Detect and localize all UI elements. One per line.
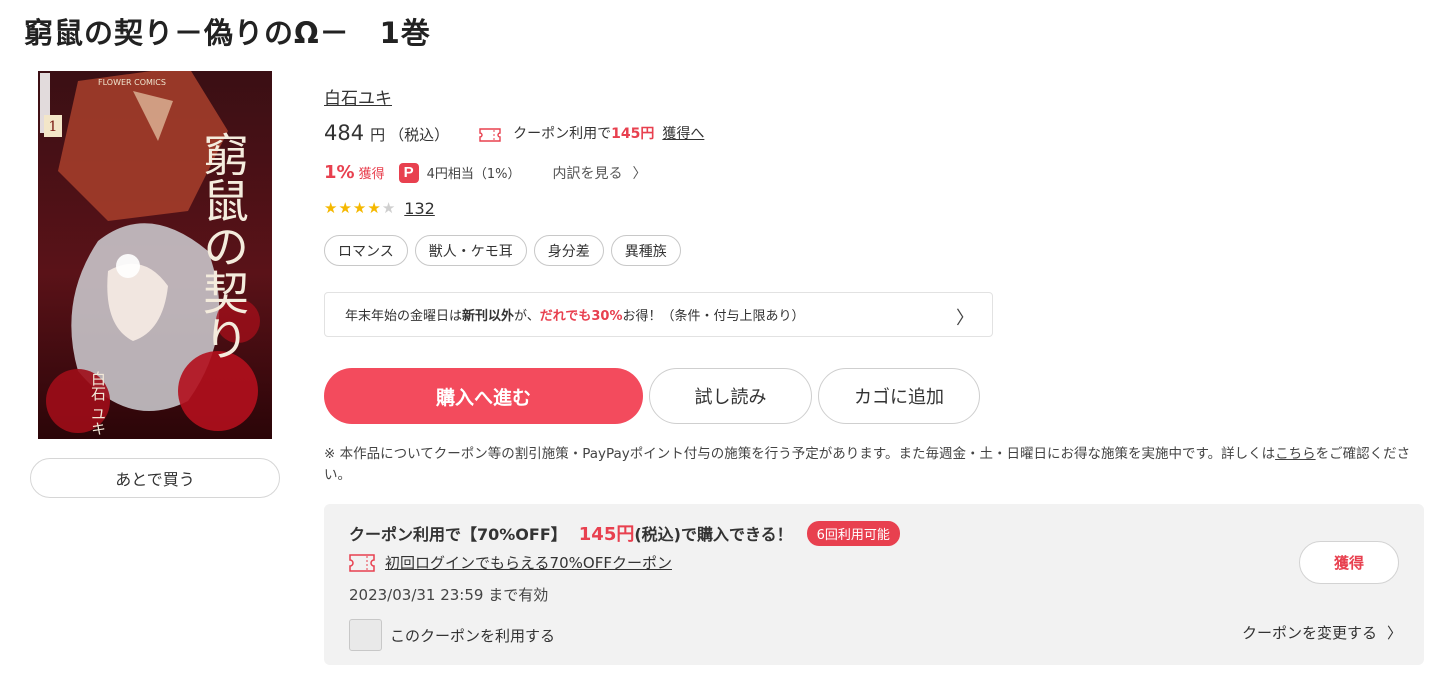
- buy-later-button[interactable]: あとで買う: [30, 458, 280, 498]
- author-link[interactable]: 白石ユキ: [324, 84, 392, 109]
- star-filled-icon: ★: [324, 199, 338, 217]
- review-count-link[interactable]: 132: [404, 199, 435, 218]
- use-coupon-checkbox[interactable]: このクーポンを利用する: [349, 619, 555, 651]
- promo-text-3: が、: [514, 309, 540, 324]
- notice-text: ※ 本作品についてクーポン等の割引施策・PayPayポイント付与の施策を行う予定…: [324, 446, 1276, 462]
- coupon-validity: 2023/03/31 23:59 まで有効: [349, 586, 549, 604]
- star-filled-icon: ★: [338, 199, 352, 217]
- notice-details-link[interactable]: こちら: [1275, 446, 1316, 462]
- cover-author-art: 白石 ユキ: [89, 371, 107, 436]
- coupon-name-link[interactable]: 初回ログインでもらえる70%OFFクーポン: [385, 552, 672, 573]
- tag-romance[interactable]: ロマンス: [324, 235, 408, 266]
- point-equivalent: 4円相当（1%）: [426, 167, 521, 182]
- star-filled-icon: ★: [367, 199, 381, 217]
- cover-title-art: 窮鼠の契り: [196, 131, 250, 361]
- price-unit: 円: [370, 126, 386, 144]
- tag-status-gap[interactable]: 身分差: [533, 235, 604, 266]
- book-cover-image[interactable]: 1 FLOWER COMICS 窮鼠の契り 白石 ユキ: [38, 71, 272, 439]
- cover-publisher-label: FLOWER COMICS: [98, 78, 166, 87]
- rating-row: ★ ★ ★ ★ ★ 132: [324, 199, 435, 218]
- cover-art: 1 FLOWER COMICS 窮鼠の契り 白石 ユキ: [38, 71, 272, 439]
- checkbox-box[interactable]: [349, 619, 382, 651]
- tag-other-species[interactable]: 異種族: [610, 235, 681, 266]
- promo-banner[interactable]: 年末年始の金曜日は 新刊以外 が、 だれでも30% お得！（条件・付与上限あり） 〉: [324, 292, 993, 337]
- chevron-right-icon: 〉: [956, 308, 974, 329]
- coupon-name: 初回ログインでもらえる70%OFFクーポン: [349, 552, 672, 573]
- point-breakdown-link[interactable]: 内訳を見る〉: [552, 163, 646, 183]
- coupon-summary-price: 145円: [611, 126, 655, 142]
- promo-text-4: だれでも30%: [539, 309, 623, 324]
- coupon-usage-badge: 6回利用可能: [806, 520, 900, 546]
- point-get-label: 獲得: [358, 167, 385, 182]
- coupon-summary: クーポン利用で 145円 獲得へ: [479, 123, 704, 143]
- coupon-head-price: 145円: [578, 524, 635, 545]
- page-title: 窮鼠の契り－偽りのΩ－ 1巻: [24, 16, 431, 50]
- point-row: 1% 獲得 P 4円相当（1%） 内訳を見る〉: [324, 162, 646, 183]
- campaign-notice: ※ 本作品についてクーポン等の割引施策・PayPayポイント付与の施策を行う予定…: [324, 444, 1419, 486]
- chevron-right-icon: 〉: [1387, 624, 1403, 642]
- promo-text-5: お得！（条件・付与上限あり）: [622, 309, 805, 324]
- point-breakdown-label: 内訳を見る: [552, 165, 623, 182]
- coupon-panel: クーポン利用で【70%OFF】 145円 (税込)で購入できる！ 6回利用可能 …: [324, 504, 1424, 665]
- promo-text-2: 新刊以外: [462, 309, 515, 324]
- point-percent: 1%: [324, 162, 355, 183]
- trial-read-button[interactable]: 試し読み: [649, 368, 812, 424]
- price-amount: 484: [324, 121, 365, 145]
- price-row: 484 円 （税込） クーポン利用で 145円 獲得へ: [324, 121, 704, 145]
- cover-volume-number: 1: [49, 119, 58, 135]
- change-coupon-label: クーポンを変更する: [1242, 624, 1378, 642]
- add-to-cart-button[interactable]: カゴに追加: [818, 368, 980, 424]
- coupon-ticket-icon: [349, 553, 375, 572]
- chevron-right-icon: 〉: [632, 165, 647, 182]
- coupon-ticket-icon: [479, 128, 501, 142]
- coupon-headline: クーポン利用で【70%OFF】 145円 (税込)で購入できる！ 6回利用可能: [349, 520, 900, 546]
- price-tax-label: （税込）: [389, 126, 450, 144]
- coupon-get-button[interactable]: 獲得: [1299, 541, 1399, 584]
- coupon-get-link[interactable]: 獲得へ: [662, 123, 704, 143]
- coupon-head-suffix: (税込)で購入できる！: [634, 525, 793, 544]
- tag-beastman[interactable]: 獣人・ケモ耳: [414, 235, 527, 266]
- star-filled-icon: ★: [352, 199, 367, 217]
- paypay-icon: P: [398, 162, 419, 183]
- change-coupon-link[interactable]: クーポンを変更する〉: [1242, 622, 1402, 643]
- genre-tags: ロマンス 獣人・ケモ耳 身分差 異種族: [324, 235, 681, 266]
- coupon-head-prefix: クーポン利用で【70%OFF】: [349, 525, 567, 544]
- star-empty-icon: ★: [381, 199, 396, 217]
- promo-text-1: 年末年始の金曜日は: [345, 309, 463, 324]
- buy-button[interactable]: 購入へ進む: [324, 368, 643, 424]
- coupon-summary-prefix: クーポン利用で: [513, 126, 612, 142]
- use-coupon-label: このクーポンを利用する: [390, 626, 556, 645]
